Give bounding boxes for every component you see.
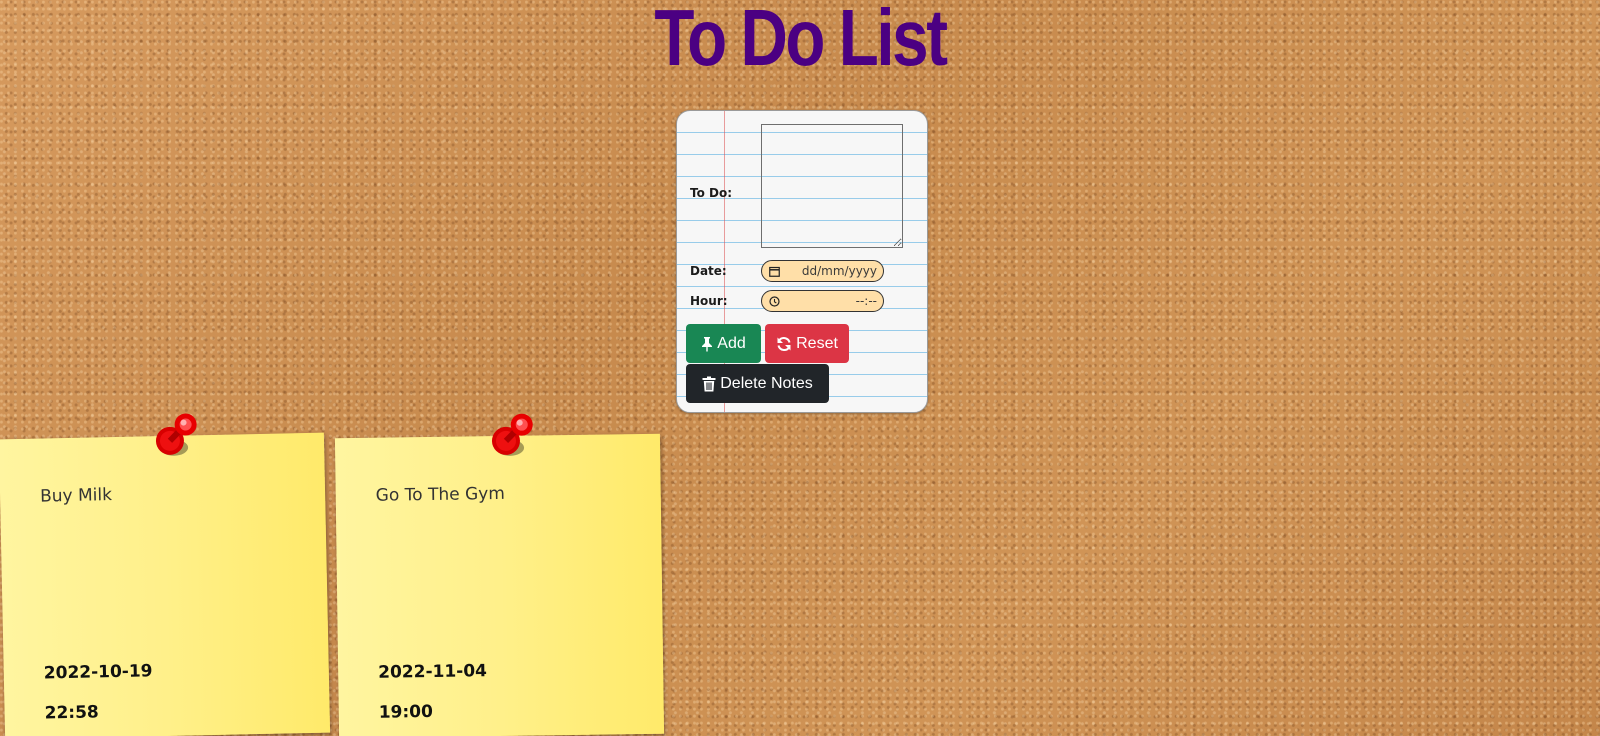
add-button-label: Add [717, 334, 746, 352]
trash-icon [702, 376, 716, 392]
delete-notes-button-label: Delete Notes [720, 374, 813, 392]
note-text: Buy Milk [39, 485, 113, 507]
note-date: 2022-10-19 [43, 661, 153, 684]
reset-button[interactable]: Reset [765, 324, 849, 363]
sticky-note[interactable]: Buy Milk 2022-10-19 22:58 [0, 413, 331, 736]
pushpin-icon [153, 413, 204, 464]
date-label: Date: [690, 264, 727, 278]
add-button[interactable]: Add [686, 324, 761, 363]
note-date: 2022-11-04 [378, 661, 488, 683]
hour-value: --:-- [855, 294, 877, 308]
todo-form-card: To Do: Date: dd/mm/yyyy Hour: --:-- Add [676, 110, 928, 413]
calendar-icon[interactable] [768, 265, 780, 277]
note-time: 22:58 [44, 702, 99, 724]
clock-icon[interactable] [768, 295, 780, 307]
note-text: Go To The Gym [375, 483, 505, 506]
todo-textarea[interactable] [761, 124, 903, 248]
date-value: dd/mm/yyyy [801, 264, 877, 278]
todo-label: To Do: [690, 186, 733, 200]
pushpin-icon [701, 336, 713, 352]
page-title: To Do List [654, 0, 948, 82]
sticky-note[interactable]: Go To The Gym 2022-11-04 19:00 [334, 413, 665, 736]
hour-input[interactable]: --:-- [761, 290, 884, 312]
refresh-icon [776, 336, 792, 352]
date-input[interactable]: dd/mm/yyyy [761, 260, 884, 282]
reset-button-label: Reset [796, 334, 838, 352]
delete-notes-button[interactable]: Delete Notes [686, 364, 829, 403]
hour-label: Hour: [690, 294, 728, 308]
pushpin-icon [490, 413, 541, 464]
note-time: 19:00 [378, 701, 434, 723]
